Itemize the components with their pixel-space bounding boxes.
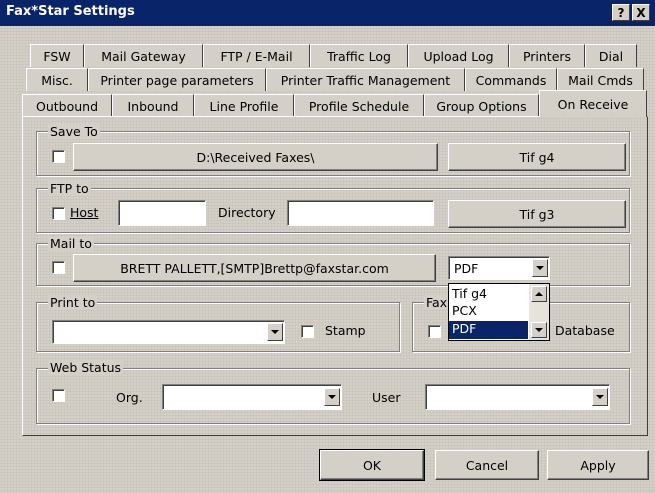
mail-address-button[interactable]: BRETT PALLETT,[SMTP]Brettp@faxstar.com [73, 254, 436, 282]
user-label: User [372, 390, 401, 405]
tab-label: Printers [522, 48, 572, 64]
fax-database-checkbox[interactable] [428, 325, 441, 338]
tab-upload-log[interactable]: Upload Log [408, 44, 509, 67]
ftp-format-button[interactable]: Tif g3 [448, 200, 626, 228]
tab-label: Outbound [35, 98, 99, 114]
tab-commands[interactable]: Commands [465, 68, 557, 91]
mail-format-dropdown-button[interactable] [532, 259, 548, 277]
web-status-label: Web Status [48, 360, 124, 375]
dropdown-option[interactable]: Tif g4 [452, 286, 487, 301]
ftp-directory-input[interactable] [287, 200, 434, 226]
save-to-checkbox[interactable] [52, 150, 65, 163]
fax-group-label: Fax [424, 295, 450, 310]
org-dropdown-button[interactable] [324, 388, 340, 406]
dropdown-option-selected[interactable]: PDF [449, 321, 528, 339]
tab-label: Profile Schedule [308, 98, 410, 114]
tab-label: Commands [475, 72, 547, 88]
tab-profile-schedule[interactable]: Profile Schedule [294, 94, 424, 117]
window-title: Fax*Star Settings [6, 4, 135, 19]
web-status-checkbox[interactable] [52, 389, 65, 402]
tab-label: Misc. [41, 72, 73, 88]
help-button[interactable]: ? [612, 4, 630, 21]
save-path-button[interactable]: D:\Received Faxes\ [73, 143, 438, 171]
org-label: Org. [116, 390, 143, 405]
tab-outbound[interactable]: Outbound [22, 94, 112, 117]
chevron-down-icon [536, 266, 544, 270]
ftp-host-label: Host [70, 205, 99, 220]
tab-label: FSW [43, 48, 71, 64]
user-select[interactable] [425, 384, 610, 410]
ok-button[interactable]: OK [319, 449, 425, 481]
close-button[interactable]: X [632, 4, 650, 21]
tab-label: Upload Log [423, 48, 494, 64]
chevron-down-icon [535, 328, 543, 332]
ftp-to-label: FTP to [48, 181, 91, 196]
user-dropdown-button[interactable] [592, 388, 608, 406]
chevron-down-icon [596, 395, 604, 399]
save-format-button[interactable]: Tif g4 [448, 143, 626, 171]
mail-format-value: PDF [454, 261, 479, 276]
tab-printer-page-parameters[interactable]: Printer page parameters [88, 68, 266, 91]
tab-inbound[interactable]: Inbound [112, 94, 194, 117]
tab-label: On Receive [557, 96, 629, 112]
tab-label: Group Options [436, 98, 527, 114]
print-to-label: Print to [48, 295, 98, 310]
stamp-checkbox[interactable] [301, 325, 314, 338]
tab-label: Dial [598, 48, 624, 64]
tab-fsw[interactable]: FSW [30, 44, 84, 67]
tab-traffic-log[interactable]: Traffic Log [310, 44, 408, 67]
ftp-host-input[interactable] [118, 200, 206, 226]
tab-label: Printer page parameters [100, 72, 254, 88]
mail-to-label: Mail to [48, 236, 94, 251]
ftp-directory-label: Directory [218, 205, 276, 220]
tab-group-options[interactable]: Group Options [424, 94, 539, 117]
stamp-label: Stamp [325, 323, 366, 338]
ftp-host-checkbox[interactable] [52, 207, 65, 220]
tab-printer-traffic-management[interactable]: Printer Traffic Management [266, 68, 465, 91]
mail-to-checkbox[interactable] [52, 261, 65, 274]
dropdown-option[interactable]: PCX [452, 303, 477, 318]
tab-label: Mail Cmds [568, 72, 633, 88]
tab-label: FTP / E-Mail [220, 48, 293, 64]
tab-label: Line Profile [209, 98, 279, 114]
chevron-down-icon [328, 395, 336, 399]
tab-line-profile[interactable]: Line Profile [194, 94, 294, 117]
tab-mail-gateway[interactable]: Mail Gateway [84, 44, 203, 67]
mail-format-dropdown-list: Tif g4 PCX PDF [448, 283, 550, 341]
tab-label: Mail Gateway [101, 48, 186, 64]
tab-ftp-email[interactable]: FTP / E-Mail [203, 44, 310, 67]
tab-printers[interactable]: Printers [509, 44, 585, 67]
printer-select[interactable] [52, 320, 285, 344]
tab-mail-cmds[interactable]: Mail Cmds [557, 68, 644, 91]
save-to-label: Save To [48, 124, 100, 139]
tab-label: Traffic Log [327, 48, 391, 64]
scroll-up-button[interactable] [531, 286, 547, 302]
cancel-button[interactable]: Cancel [435, 450, 539, 480]
apply-button[interactable]: Apply [547, 450, 649, 480]
tab-dial[interactable]: Dial [585, 44, 637, 67]
chevron-up-icon [535, 292, 543, 296]
mail-format-select[interactable]: PDF [448, 256, 550, 280]
tab-label: Printer Traffic Management [280, 72, 451, 88]
tab-misc[interactable]: Misc. [26, 68, 88, 91]
tab-label: Inbound [127, 98, 179, 114]
database-label: Database [555, 323, 615, 338]
printer-dropdown-button[interactable] [267, 323, 283, 341]
chevron-down-icon [271, 330, 279, 334]
scroll-down-button[interactable] [531, 322, 547, 338]
dropdown-scrollbar[interactable] [529, 284, 549, 340]
org-select[interactable] [162, 384, 342, 410]
tab-on-receive[interactable]: On Receive [539, 90, 647, 117]
